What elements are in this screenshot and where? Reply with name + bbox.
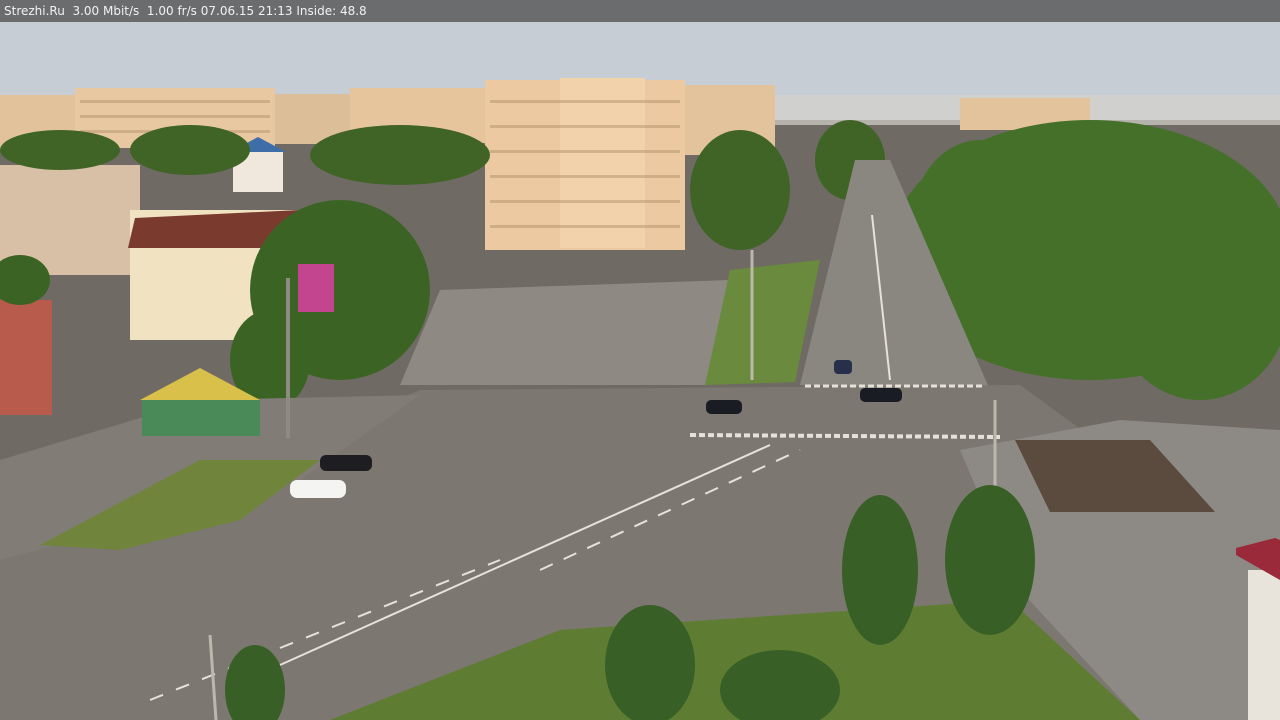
pavilion	[142, 400, 260, 436]
billboard-pole	[286, 278, 290, 438]
white-car	[290, 480, 346, 498]
red-building-left	[0, 300, 52, 415]
car-avenue	[834, 360, 852, 374]
kiosk-right	[1248, 570, 1280, 720]
camera-overlay-text: Strezhi.Ru 3.00 Mbit/s 1.00 fr/s 07.06.1…	[0, 0, 1280, 22]
billboard	[298, 264, 334, 312]
webcam-scene	[0, 0, 1280, 720]
plaza	[400, 280, 730, 385]
median-grass	[705, 260, 820, 385]
car-intersection-1	[860, 388, 902, 402]
dark-car	[320, 455, 372, 471]
car-intersection-2	[706, 400, 742, 414]
